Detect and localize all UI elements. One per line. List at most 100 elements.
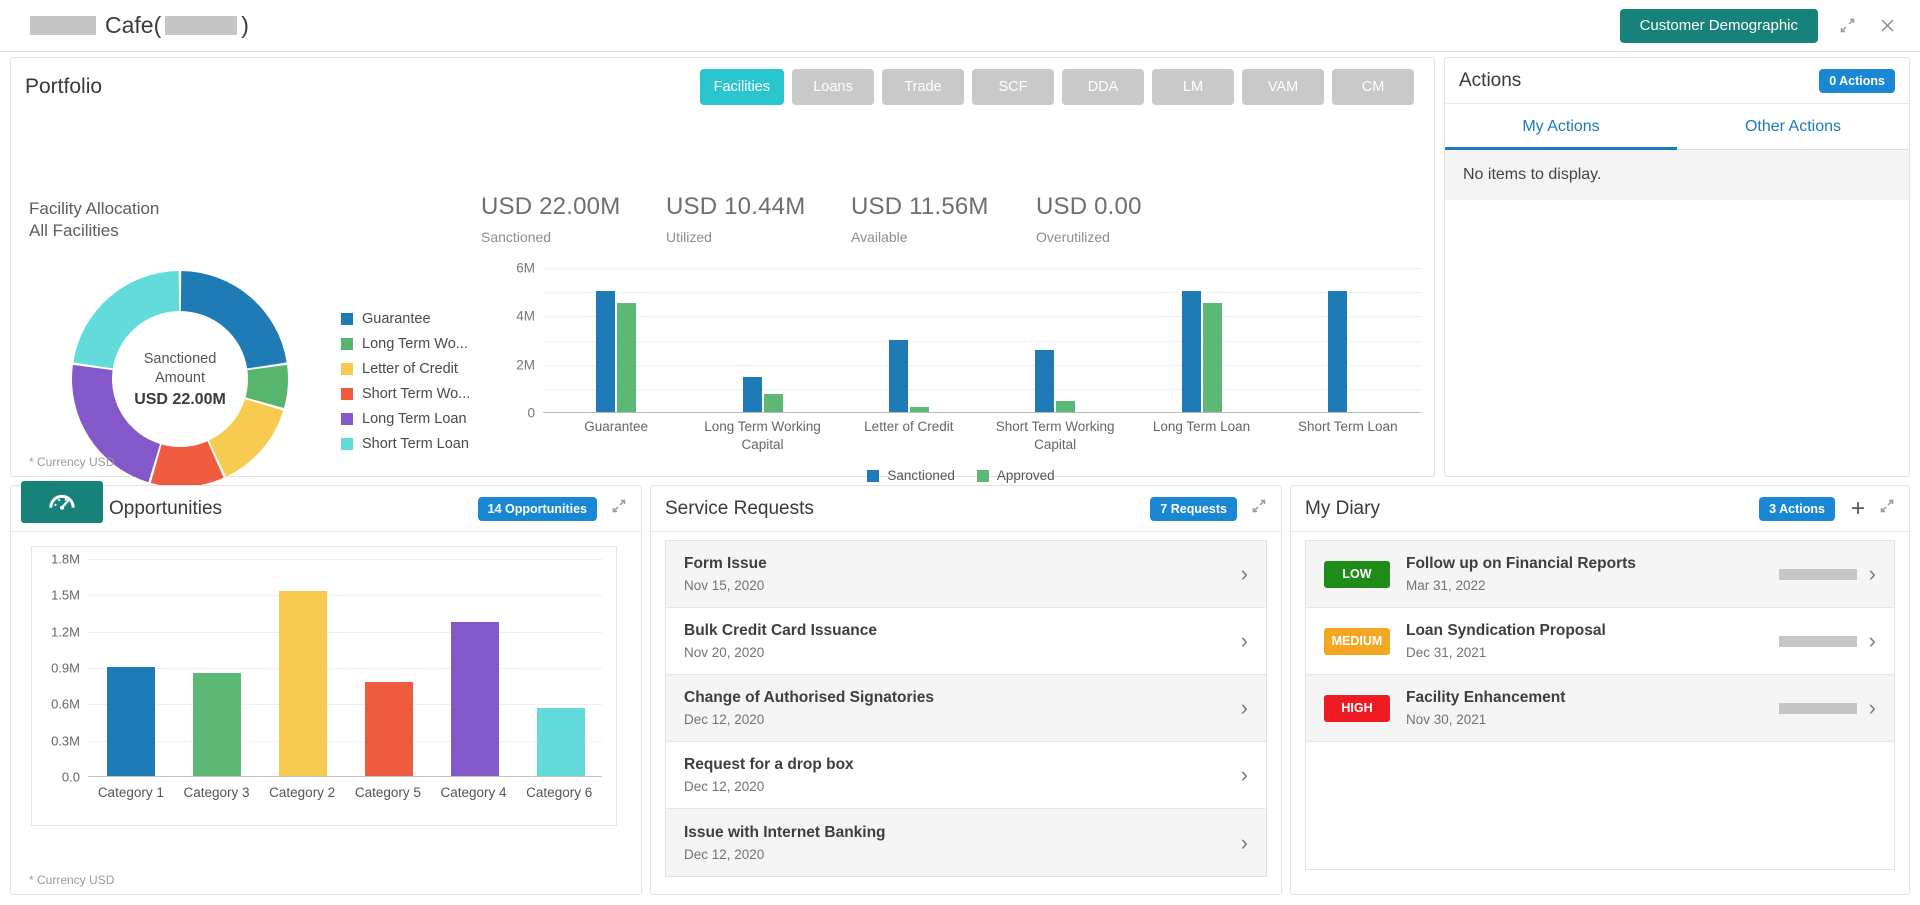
service-request-date: Dec 12, 2020: [684, 846, 765, 862]
chevron-right-icon[interactable]: ›: [1241, 830, 1248, 856]
service-request-title: Form Issue: [684, 555, 767, 572]
chevron-right-icon[interactable]: ›: [1869, 628, 1876, 654]
donut-legend-label: Short Term Loan: [362, 435, 469, 452]
diary-row[interactable]: MEDIUM Loan Syndication Proposal Dec 31, 2…: [1306, 608, 1894, 675]
priority-badge: MEDIUM: [1324, 627, 1390, 655]
legend-swatch-icon: [341, 337, 353, 350]
portfolio-tab-facilities[interactable]: Facilities: [699, 69, 784, 105]
bar-chart-bar[interactable]: [617, 303, 637, 412]
opportunities-y-tick: 0.0: [61, 769, 80, 785]
bar-chart-group: [742, 376, 783, 412]
opportunities-bar[interactable]: [451, 622, 499, 776]
legend-swatch-icon: [976, 469, 989, 482]
opportunities-category-label: Category 3: [183, 785, 250, 800]
bar-chart-bar[interactable]: [1181, 291, 1201, 412]
bar-chart-bar[interactable]: [909, 407, 929, 412]
opportunities-gridline: [88, 668, 602, 669]
donut-legend-item[interactable]: Long Term Loan: [341, 406, 470, 431]
donut-legend-item[interactable]: Short Term Wo...: [341, 381, 470, 406]
bar-chart-x-labels: Guarantee Long Term Working Capital Letter…: [543, 418, 1421, 454]
bar-chart-bar[interactable]: [1327, 291, 1347, 412]
kpi-label: Available: [851, 229, 908, 245]
chevron-right-icon[interactable]: ›: [1869, 561, 1876, 587]
portfolio-tab-lm[interactable]: LM: [1152, 69, 1234, 105]
redacted-owner: [1778, 635, 1857, 647]
bar-chart-category-label: Letter of Credit: [864, 419, 954, 434]
portfolio-tab-dda[interactable]: DDA: [1062, 69, 1144, 105]
portfolio-tab-cm[interactable]: CM: [1332, 69, 1414, 105]
bar-chart-bar[interactable]: [1035, 350, 1055, 412]
donut-legend-item[interactable]: Letter of Credit: [341, 356, 470, 381]
donut-center-line2: Amount: [155, 369, 205, 386]
bar-chart-bar[interactable]: [1056, 401, 1076, 412]
opportunities-y-tick: 0.3M: [51, 733, 80, 749]
service-request-row[interactable]: Bulk Credit Card Issuance Nov 20, 2020 ›: [666, 608, 1266, 675]
portfolio-tab-trade[interactable]: Trade: [882, 69, 964, 105]
donut-legend-label: Letter of Credit: [362, 360, 458, 377]
kpi-value: USD 22.00M: [481, 193, 621, 220]
bar-chart-baseline: [543, 412, 1421, 413]
priority-badge: HIGH: [1324, 694, 1390, 722]
opportunities-category-label: Category 1: [97, 785, 164, 800]
service-request-row[interactable]: Form Issue Nov 15, 2020 ›: [666, 541, 1266, 608]
service-request-title: Request for a drop box: [684, 756, 854, 773]
bar-chart-bar[interactable]: [596, 291, 616, 412]
diary-text: Follow up on Financial Reports Mar 31, 20…: [1406, 555, 1779, 593]
facility-allocation-title: Facility Allocation: [29, 199, 160, 218]
donut-legend-item[interactable]: Guarantee: [341, 306, 470, 331]
legend-swatch-icon: [341, 387, 353, 400]
service-request-date: Nov 15, 2020: [684, 578, 765, 593]
donut-legend-item[interactable]: Short Term Loan: [341, 431, 470, 456]
portfolio-tab-vam[interactable]: VAM: [1242, 69, 1324, 105]
bar-chart-y-tick: 0: [527, 405, 535, 421]
plus-icon[interactable]: +: [1851, 496, 1865, 521]
bar-chart-bar[interactable]: [888, 339, 908, 412]
collapse-arrows-icon[interactable]: [1836, 15, 1858, 37]
diary-date: Mar 31, 2022: [1406, 578, 1486, 593]
opportunities-bar[interactable]: [365, 681, 413, 776]
facility-allocation-heading: Facility Allocation All Facilities: [29, 198, 159, 242]
bar-chart-legend-item[interactable]: Approved: [976, 468, 1055, 483]
opportunities-bar[interactable]: [279, 590, 327, 776]
bar-chart-gridline: [543, 364, 1421, 366]
expand-icon[interactable]: [1251, 498, 1267, 519]
bar-chart-gridline: [543, 268, 1421, 269]
kpi-sanctioned: USD 22.00M Sanctioned: [481, 193, 666, 245]
diary-title: Loan Syndication Proposal: [1406, 622, 1606, 639]
my-diary-title: My Diary: [1305, 497, 1380, 519]
expand-icon[interactable]: [611, 498, 627, 519]
expand-icon[interactable]: [1879, 498, 1895, 519]
bar-chart-legend: Sanctioned Approved: [501, 468, 1421, 483]
donut-legend-item[interactable]: Long Term Wo...: [341, 331, 470, 356]
service-request-row[interactable]: Request for a drop box Dec 12, 2020 ›: [666, 742, 1266, 809]
service-request-row[interactable]: Change of Authorised Signatories Dec 12, …: [666, 675, 1266, 742]
diary-row[interactable]: LOW Follow up on Financial Reports Mar 31,…: [1306, 541, 1894, 608]
bar-chart-legend-item[interactable]: Sanctioned: [867, 468, 955, 483]
actions-tab-my-actions[interactable]: My Actions: [1445, 104, 1677, 150]
chevron-right-icon[interactable]: ›: [1869, 695, 1876, 721]
service-request-row[interactable]: Issue with Internet Banking Dec 12, 2020 ›: [666, 809, 1266, 876]
donut-legend-label: Long Term Loan: [362, 410, 467, 427]
redacted-customer-name: [30, 16, 96, 35]
customer-demographic-button[interactable]: Customer Demographic: [1619, 8, 1818, 43]
chevron-right-icon[interactable]: ›: [1241, 628, 1248, 654]
bar-chart-group: [1035, 350, 1076, 412]
bar-chart-group: [888, 339, 929, 412]
my-diary-panel: My Diary 3 Actions + LOW Follow up on Fin…: [1290, 485, 1910, 895]
close-icon[interactable]: [1876, 15, 1898, 37]
opportunities-category-label: Category 4: [440, 785, 507, 800]
chevron-right-icon[interactable]: ›: [1241, 762, 1248, 788]
bar-chart-bar[interactable]: [763, 393, 783, 412]
opportunities-bar[interactable]: [193, 673, 241, 776]
opportunities-bar[interactable]: [107, 667, 155, 776]
portfolio-tab-loans[interactable]: Loans: [792, 69, 874, 105]
bar-chart-bar[interactable]: [742, 376, 762, 412]
opportunities-bar[interactable]: [537, 708, 585, 776]
diary-row[interactable]: HIGH Facility Enhancement Nov 30, 2021 ›: [1306, 675, 1894, 742]
service-request-date: Dec 12, 2020: [684, 779, 765, 794]
bar-chart-bar[interactable]: [1202, 303, 1222, 412]
chevron-right-icon[interactable]: ›: [1241, 695, 1248, 721]
actions-tab-other-actions[interactable]: Other Actions: [1677, 104, 1909, 149]
chevron-right-icon[interactable]: ›: [1241, 561, 1248, 587]
portfolio-tab-scf[interactable]: SCF: [972, 69, 1054, 105]
